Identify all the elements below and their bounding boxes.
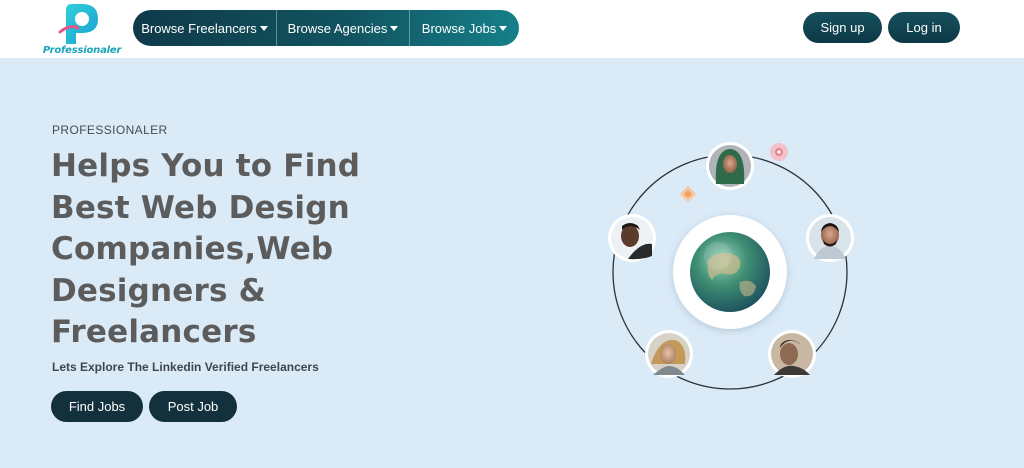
site-header: Professionaler Browse Freelancers Browse… (0, 0, 1024, 58)
headline-line: Freelancers (51, 314, 257, 350)
nav-browse-jobs[interactable]: Browse Jobs (410, 10, 519, 46)
brand-logo[interactable]: Professionaler (42, 2, 122, 56)
headline-line: Companies,Web (51, 231, 334, 267)
orbit-illustration (608, 142, 854, 390)
headline-line: Helps You to Find (51, 148, 361, 184)
nav-browse-freelancers-label: Browse Freelancers (141, 20, 257, 36)
nav-browse-agencies-label: Browse Agencies (287, 20, 388, 36)
nav-browse-jobs-label: Browse Jobs (421, 20, 497, 36)
avatar-man-bottom-right (768, 330, 816, 378)
hero-headline: Helps You to Find Best Web Design Compan… (51, 146, 411, 354)
login-button[interactable]: Log in (888, 12, 960, 43)
main-nav: Browse Freelancers Browse Agencies Brows… (133, 10, 519, 46)
caret-down-icon (390, 26, 399, 31)
decor-diamond (680, 186, 696, 202)
avatar-man-right (806, 214, 854, 262)
post-job-button[interactable]: Post Job (149, 391, 237, 422)
hero-eyebrow: PROFESSIONALER (52, 123, 168, 137)
caret-down-icon (499, 26, 508, 31)
caret-down-icon (259, 26, 268, 31)
logo-p-icon (58, 4, 98, 44)
avatar-hijab-woman (706, 142, 754, 190)
avatar-man-left (608, 214, 656, 262)
hero-section: PROFESSIONALER Helps You to Find Best We… (0, 58, 1024, 468)
headline-line: Designers & (51, 272, 266, 309)
avatar-woman-bottom-left (645, 330, 693, 378)
signup-button[interactable]: Sign up (803, 12, 882, 43)
headline-line: Best Web Design (51, 189, 350, 226)
hero-subline: Lets Explore The Linkedin Verified Freel… (52, 360, 319, 374)
nav-browse-freelancers[interactable]: Browse Freelancers (133, 10, 277, 46)
decor-ring-dot (770, 143, 788, 161)
nav-browse-agencies[interactable]: Browse Agencies (277, 10, 410, 46)
logo-wordmark: Professionaler (42, 45, 122, 56)
find-jobs-button[interactable]: Find Jobs (51, 391, 143, 422)
